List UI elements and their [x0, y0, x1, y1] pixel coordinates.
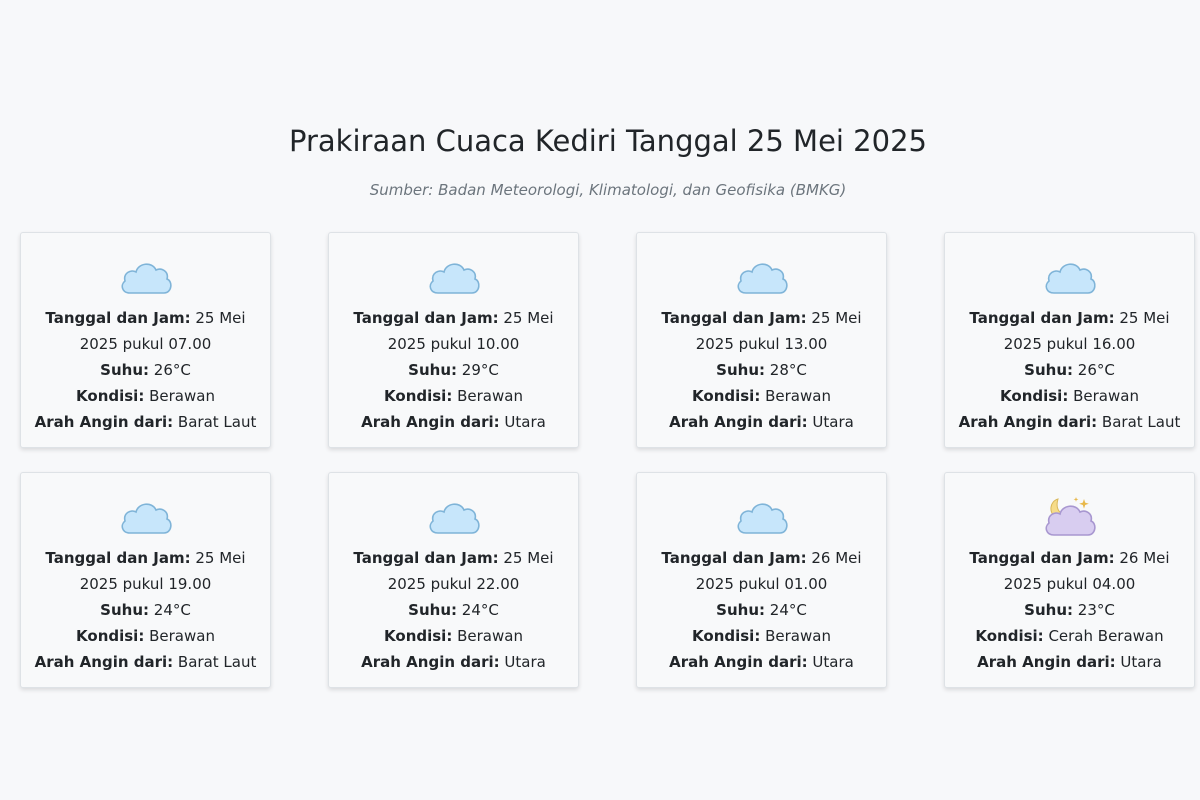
- datetime-label: Tanggal dan Jam:: [661, 309, 807, 327]
- wind-label: Arah Angin dari:: [34, 653, 174, 671]
- wind-label: Arah Angin dari:: [669, 413, 808, 431]
- temp-label: Suhu:: [716, 361, 765, 379]
- datetime-label: Tanggal dan Jam:: [45, 549, 191, 567]
- temp-value: 24°C: [461, 601, 499, 619]
- condition-label: Kondisi:: [975, 627, 1044, 645]
- temp-label: Suhu:: [1024, 361, 1073, 379]
- condition-value: Berawan: [457, 627, 523, 645]
- temp-value: 28°C: [769, 361, 807, 379]
- wind-label: Arah Angin dari:: [958, 413, 1098, 431]
- condition-value: Berawan: [1073, 387, 1139, 405]
- wind-value: Barat Laut: [1101, 413, 1181, 431]
- datetime-label: Tanggal dan Jam:: [661, 549, 807, 567]
- condition-label: Kondisi:: [692, 627, 761, 645]
- temp-value: 29°C: [461, 361, 499, 379]
- condition-label: Kondisi:: [76, 387, 145, 405]
- temp-value: 23°C: [1077, 601, 1115, 619]
- temp-label: Suhu:: [1024, 601, 1073, 619]
- cloud-icon: [1040, 255, 1100, 299]
- datetime-label: Tanggal dan Jam:: [969, 309, 1115, 327]
- forecast-card: Tanggal dan Jam: 25 Mei 2025 pukul 07.00…: [20, 232, 271, 448]
- wind-value: Barat Laut: [177, 413, 257, 431]
- temp-label: Suhu:: [408, 601, 457, 619]
- datetime-label: Tanggal dan Jam:: [353, 309, 499, 327]
- wind-value: Utara: [504, 413, 546, 431]
- source-note: Sumber: Badan Meteorologi, Klimatologi, …: [369, 181, 847, 199]
- wind-value: Utara: [1120, 653, 1162, 671]
- temp-value: 26°C: [153, 361, 191, 379]
- condition-value: Berawan: [765, 627, 831, 645]
- condition-label: Kondisi:: [76, 627, 145, 645]
- forecast-card: Tanggal dan Jam: 26 Mei 2025 pukul 01.00…: [636, 472, 887, 688]
- forecast-card: Tanggal dan Jam: 25 Mei 2025 pukul 16.00…: [944, 232, 1195, 448]
- wind-label: Arah Angin dari:: [361, 653, 500, 671]
- cloud-icon: [116, 495, 176, 539]
- wind-label: Arah Angin dari:: [669, 653, 808, 671]
- condition-value: Berawan: [457, 387, 523, 405]
- cloud-icon: [116, 255, 176, 299]
- temp-value: 24°C: [153, 601, 191, 619]
- cloud-icon: [424, 495, 484, 539]
- condition-label: Kondisi:: [692, 387, 761, 405]
- temp-value: 26°C: [1077, 361, 1115, 379]
- forecast-card: Tanggal dan Jam: 25 Mei 2025 pukul 10.00…: [328, 232, 579, 448]
- page-title: Prakiraan Cuaca Kediri Tanggal 25 Mei 20…: [289, 124, 927, 158]
- wind-value: Utara: [812, 653, 854, 671]
- wind-label: Arah Angin dari:: [361, 413, 500, 431]
- wind-label: Arah Angin dari:: [34, 413, 174, 431]
- wind-value: Utara: [812, 413, 854, 431]
- condition-label: Kondisi:: [384, 387, 453, 405]
- condition-value: Berawan: [765, 387, 831, 405]
- wind-label: Arah Angin dari:: [977, 653, 1116, 671]
- cloud-icon: [424, 255, 484, 299]
- datetime-label: Tanggal dan Jam:: [353, 549, 499, 567]
- temp-label: Suhu:: [408, 361, 457, 379]
- wind-value: Barat Laut: [177, 653, 257, 671]
- moon-cloud-icon: [1040, 495, 1100, 539]
- weather-page: Prakiraan Cuaca Kediri Tanggal 25 Mei 20…: [0, 0, 1200, 800]
- forecast-card: Tanggal dan Jam: 25 Mei 2025 pukul 13.00…: [636, 232, 887, 448]
- cloud-icon: [732, 495, 792, 539]
- forecast-card: Tanggal dan Jam: 26 Mei 2025 pukul 04.00…: [944, 472, 1195, 688]
- datetime-label: Tanggal dan Jam:: [969, 549, 1115, 567]
- forecast-card: Tanggal dan Jam: 25 Mei 2025 pukul 22.00…: [328, 472, 579, 688]
- condition-value: Berawan: [149, 387, 215, 405]
- temp-label: Suhu:: [716, 601, 765, 619]
- temp-label: Suhu:: [100, 361, 149, 379]
- condition-value: Berawan: [149, 627, 215, 645]
- temp-label: Suhu:: [100, 601, 149, 619]
- condition-label: Kondisi:: [1000, 387, 1069, 405]
- condition-value: Cerah Berawan: [1048, 627, 1164, 645]
- datetime-label: Tanggal dan Jam:: [45, 309, 191, 327]
- cloud-icon: [732, 255, 792, 299]
- temp-value: 24°C: [769, 601, 807, 619]
- forecast-card: Tanggal dan Jam: 25 Mei 2025 pukul 19.00…: [20, 472, 271, 688]
- wind-value: Utara: [504, 653, 546, 671]
- condition-label: Kondisi:: [384, 627, 453, 645]
